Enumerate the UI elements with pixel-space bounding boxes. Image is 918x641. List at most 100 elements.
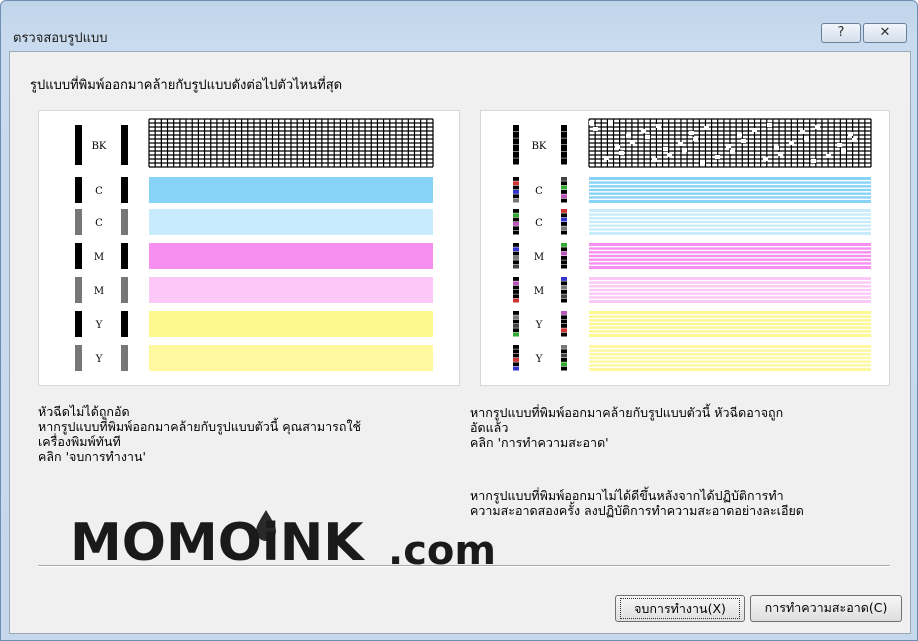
nozzle-marker-segment bbox=[513, 145, 519, 152]
title-bar[interactable]: ตรวจสอบรูปแบบ ? ✕ bbox=[1, 1, 917, 46]
divider bbox=[38, 565, 890, 567]
nozzle-label: Y bbox=[95, 354, 103, 365]
nozzle-marker bbox=[121, 125, 128, 165]
nozzle-marker-segment bbox=[561, 353, 567, 358]
missing-dots bbox=[826, 154, 831, 158]
nozzle-label: BK bbox=[532, 141, 547, 152]
nozzle-marker-segment bbox=[513, 366, 519, 371]
nozzle-marker-segment bbox=[561, 194, 567, 199]
close-button[interactable]: ✕ bbox=[863, 23, 907, 43]
nozzle-marker-segment bbox=[561, 366, 567, 371]
nozzle-marker-segment bbox=[561, 213, 567, 218]
cleaning-button-label: การทำความสะอาด(C) bbox=[764, 600, 888, 615]
nozzle-label: M bbox=[94, 252, 104, 263]
nozzle-marker-segment bbox=[513, 319, 519, 324]
nozzle-marker-segment bbox=[561, 217, 567, 222]
missing-dots bbox=[778, 152, 783, 156]
nozzle-marker bbox=[75, 243, 82, 269]
nozzle-marker-segment bbox=[513, 294, 519, 299]
missing-dots bbox=[589, 121, 594, 125]
nozzle-marker-segment bbox=[561, 264, 567, 269]
nozzle-marker-segment bbox=[561, 131, 567, 138]
missing-dots bbox=[608, 122, 613, 126]
missing-dots bbox=[630, 140, 635, 144]
deep-cleaning-description: หากรูปแบบที่พิมพ์ออกมาไม่ได้ดีขึ้นหลังจา… bbox=[470, 488, 804, 518]
nozzle-marker-segment bbox=[561, 125, 567, 132]
missing-dots bbox=[774, 146, 779, 150]
missing-dots bbox=[789, 141, 794, 145]
watermark-main: MOMOiNK bbox=[70, 513, 365, 572]
nozzle-marker bbox=[121, 345, 128, 371]
nozzle-marker-segment bbox=[513, 290, 519, 294]
nozzle-marker-segment bbox=[561, 158, 567, 165]
nozzle-marker-segment bbox=[561, 332, 567, 337]
missing-dots bbox=[741, 139, 746, 143]
nozzle-label: C bbox=[535, 186, 543, 197]
missing-dots bbox=[619, 151, 624, 155]
nozzle-marker-segment bbox=[561, 145, 567, 152]
color-bar bbox=[149, 311, 433, 337]
nozzle-marker-segment bbox=[561, 362, 567, 367]
missing-dots bbox=[763, 157, 768, 161]
missing-dots bbox=[656, 124, 661, 128]
nozzle-marker-segment bbox=[513, 285, 519, 290]
nozzle-marker-segment bbox=[513, 125, 519, 132]
missing-dots bbox=[693, 137, 698, 141]
nozzle-marker bbox=[75, 209, 82, 235]
nozzle-marker-segment bbox=[561, 138, 567, 145]
nozzle-marker-segment bbox=[561, 349, 567, 354]
nozzle-marker-segment bbox=[513, 222, 519, 226]
help-icon: ? bbox=[837, 25, 845, 40]
good-pattern-description: หัวฉีดไม่ได้ถูกอัด หากรูปแบบที่พิมพ์ออกม… bbox=[38, 404, 362, 464]
nozzle-marker-segment bbox=[513, 138, 519, 145]
close-icon: ✕ bbox=[879, 25, 891, 40]
nozzle-marker-segment bbox=[513, 177, 519, 181]
color-bar bbox=[149, 277, 433, 303]
nozzle-marker-segment bbox=[561, 251, 567, 256]
missing-dots bbox=[615, 145, 620, 149]
nozzle-marker-segment bbox=[513, 185, 519, 190]
end-button[interactable]: จบการทำงาน(X) bbox=[615, 595, 745, 622]
missing-dots bbox=[752, 128, 757, 132]
pattern-clogged-image: BK C C M M Y Y bbox=[513, 118, 872, 371]
dialog-body: รูปแบบที่พิมพ์ออกมาคล้ายกับรูปแบบดังต่อไ… bbox=[9, 51, 911, 634]
nozzle-marker-segment bbox=[513, 328, 519, 333]
nozzle-marker-segment bbox=[561, 181, 567, 186]
nozzle-marker-segment bbox=[561, 209, 567, 213]
pattern-good-panel[interactable]: BK C C M M Y Y bbox=[38, 110, 460, 386]
missing-dots bbox=[767, 123, 772, 127]
missing-dots bbox=[667, 153, 672, 157]
missing-dots bbox=[800, 130, 805, 134]
nozzle-marker-segment bbox=[513, 217, 519, 222]
nozzle-marker-segment bbox=[513, 324, 519, 328]
missing-dots bbox=[730, 150, 735, 154]
nozzle-marker-segment bbox=[513, 190, 519, 194]
nozzle-marker-segment bbox=[513, 277, 519, 281]
nozzle-marker-segment bbox=[561, 177, 567, 181]
nozzle-marker-segment bbox=[513, 230, 519, 235]
missing-dots bbox=[678, 142, 683, 146]
nozzle-marker bbox=[75, 345, 82, 371]
nozzle-marker bbox=[75, 277, 82, 303]
color-bar bbox=[149, 177, 433, 203]
nozzle-marker-segment bbox=[513, 226, 519, 231]
nozzle-marker-segment bbox=[561, 311, 567, 315]
nozzle-marker bbox=[121, 311, 128, 337]
watermark-logo: MOMOiNK .com bbox=[70, 510, 496, 572]
nozzle-label: Y bbox=[95, 320, 103, 331]
nozzle-marker-segment bbox=[561, 185, 567, 190]
nozzle-marker-segment bbox=[561, 319, 567, 324]
pattern-clogged-panel[interactable]: BK C C M M Y Y bbox=[480, 110, 890, 386]
nozzle-marker-segment bbox=[561, 328, 567, 333]
nozzle-marker-segment bbox=[561, 298, 567, 303]
help-button[interactable]: ? bbox=[821, 23, 861, 43]
nozzle-marker bbox=[75, 125, 82, 165]
nozzle-label: C bbox=[95, 186, 103, 197]
pattern-good-image: BK C C M M Y Y bbox=[75, 118, 434, 371]
nozzle-marker-segment bbox=[513, 209, 519, 213]
color-bar bbox=[149, 209, 433, 235]
nozzle-marker-segment bbox=[513, 362, 519, 367]
color-bar bbox=[149, 243, 433, 269]
cleaning-button[interactable]: การทำความสะอาด(C) bbox=[750, 595, 902, 622]
nozzle-label: Y bbox=[535, 354, 543, 365]
